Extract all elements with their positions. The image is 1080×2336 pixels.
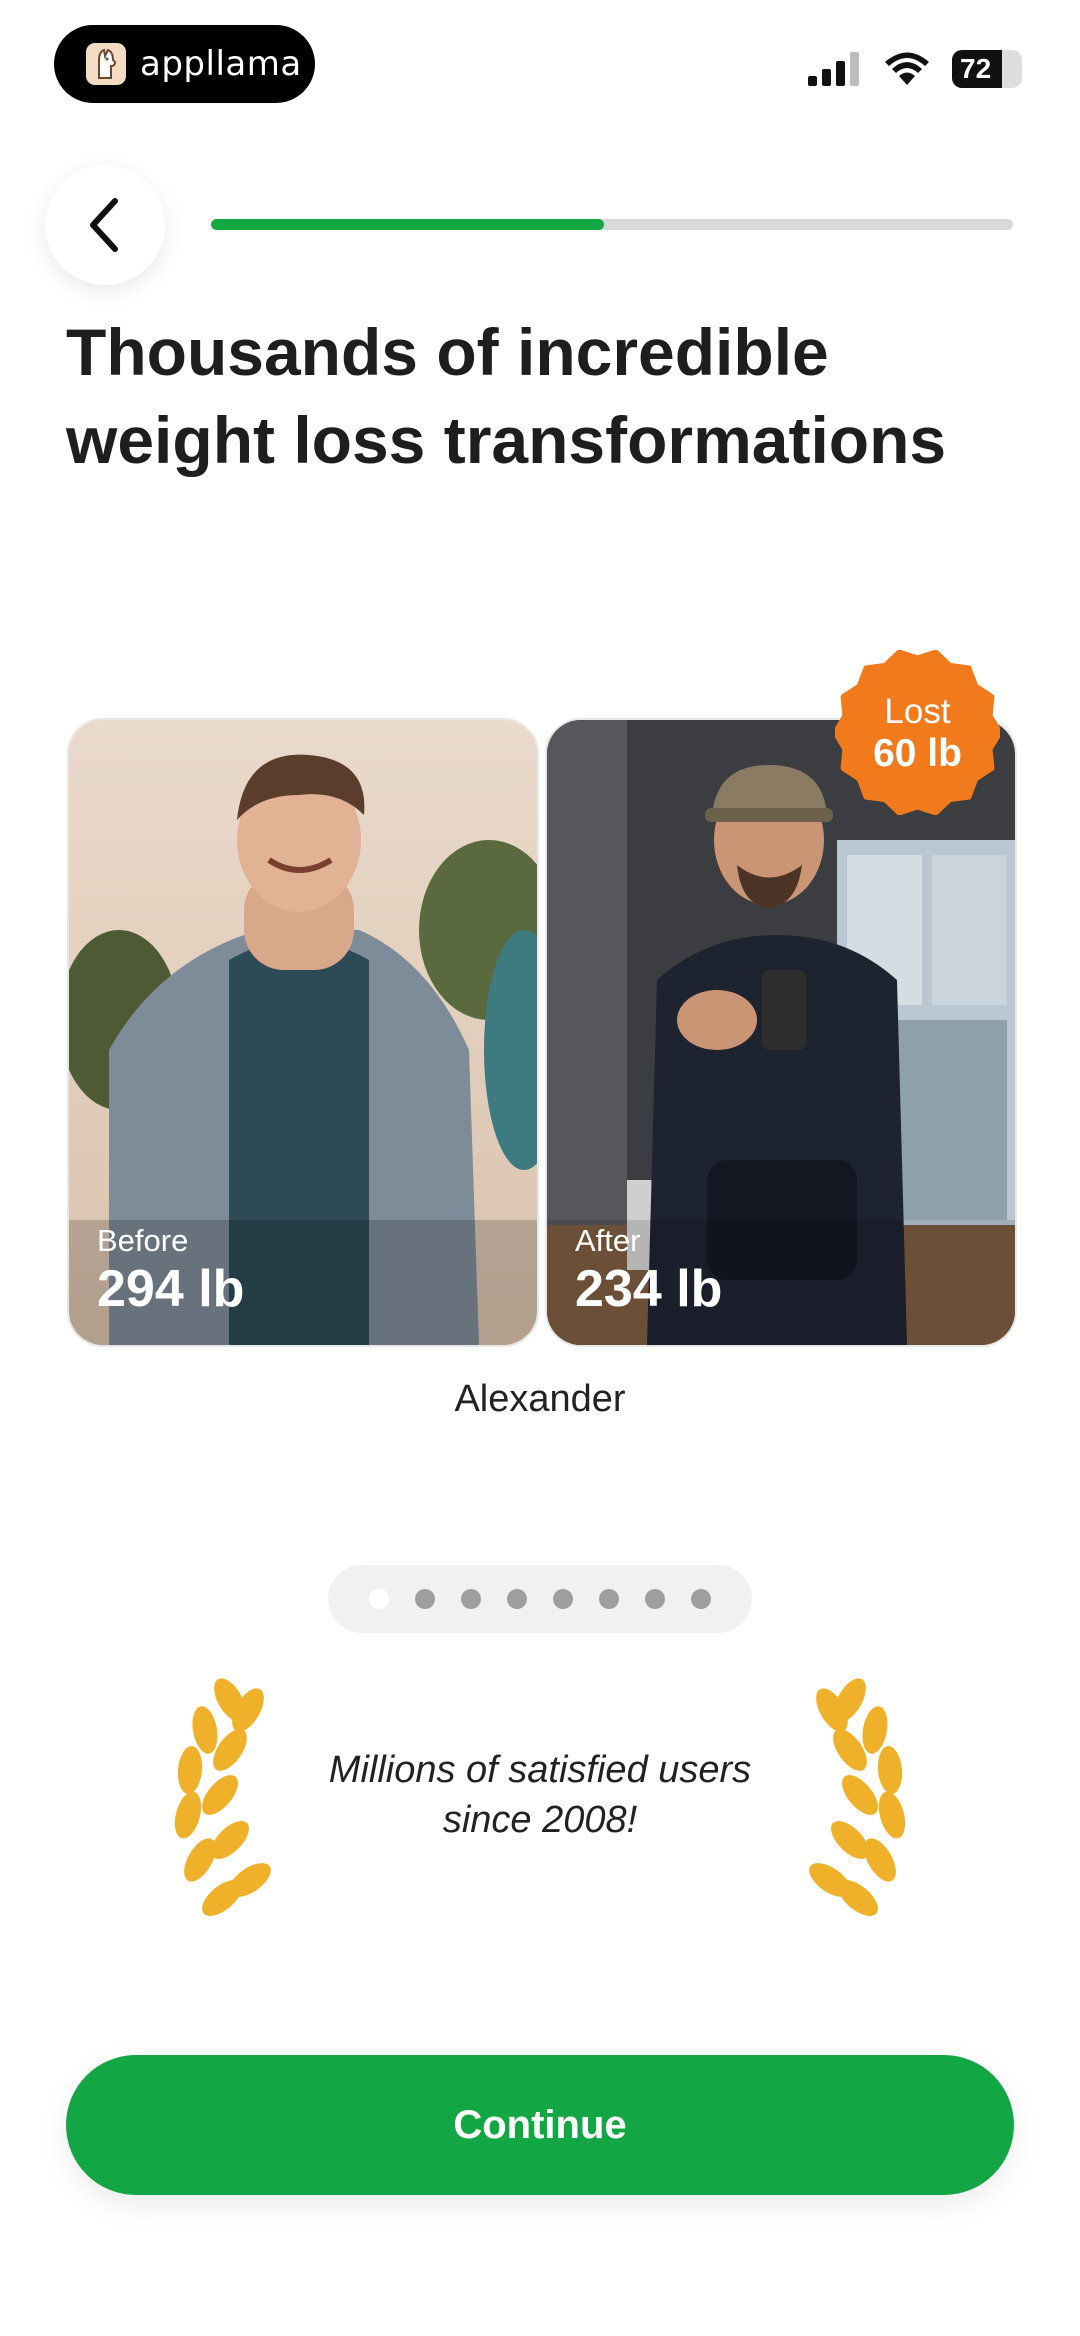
- signal-icon: [808, 52, 859, 86]
- after-weight: 234 lb: [575, 1260, 723, 1318]
- after-caption: After 234 lb: [575, 1223, 722, 1319]
- carousel-dot[interactable]: [645, 1589, 665, 1609]
- continue-button[interactable]: Continue: [66, 2055, 1014, 2195]
- carousel-pagination[interactable]: [328, 1565, 752, 1633]
- before-label: Before: [97, 1223, 189, 1258]
- weight-lost-badge: Lost 60 lb: [832, 649, 1003, 816]
- page-title: Thousands of incredible weight loss tran…: [66, 315, 947, 477]
- before-photo[interactable]: Before 294 lb: [67, 718, 539, 1347]
- laurel-right-icon: [809, 1678, 906, 1916]
- badge-value: 60 lb: [873, 731, 962, 775]
- carousel-dot[interactable]: [461, 1589, 481, 1609]
- progress-fill: [211, 219, 604, 230]
- before-caption: Before 294 lb: [97, 1223, 244, 1319]
- after-label: After: [575, 1223, 641, 1258]
- before-weight: 294 lb: [97, 1260, 245, 1318]
- carousel-dot[interactable]: [691, 1589, 711, 1609]
- carousel-dot[interactable]: [369, 1589, 389, 1609]
- social-proof-line2: since 2008!: [442, 1799, 638, 1841]
- status-icons: 72: [808, 50, 1022, 88]
- carousel-dot[interactable]: [507, 1589, 527, 1609]
- wifi-icon: [885, 52, 929, 85]
- social-proof-text: Millions of satisfied users since 2008!: [260, 1745, 820, 1845]
- app-logo-icon: [86, 43, 126, 85]
- battery-level: 72: [960, 53, 992, 84]
- battery-icon: 72: [952, 50, 1022, 88]
- app-indicator-pill[interactable]: appllama: [54, 25, 315, 103]
- carousel-dot[interactable]: [553, 1589, 573, 1609]
- back-button[interactable]: [45, 165, 165, 285]
- person-name: Alexander: [454, 1378, 626, 1420]
- carousel-dot[interactable]: [599, 1589, 619, 1609]
- onboarding-progress-bar: [211, 219, 1013, 230]
- social-proof-line1: Millions of satisfied users: [328, 1749, 752, 1791]
- carousel-dot[interactable]: [415, 1589, 435, 1609]
- app-name: appllama: [140, 44, 302, 84]
- badge-label: Lost: [884, 691, 951, 731]
- back-chevron-icon: [90, 198, 118, 252]
